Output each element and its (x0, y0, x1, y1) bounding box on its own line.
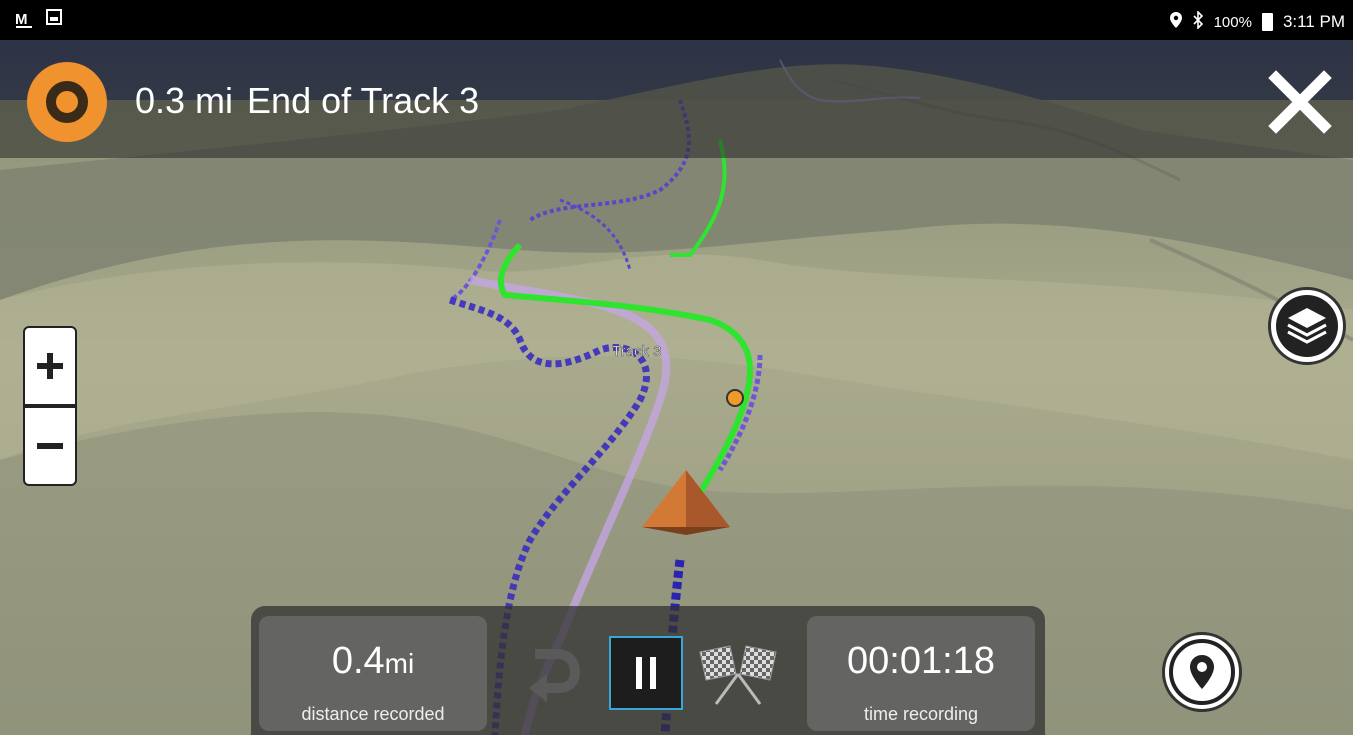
destination-target-icon (27, 62, 107, 142)
pause-icon (632, 657, 660, 689)
battery-text: 100% (1213, 13, 1252, 31)
bluetooth-icon (1192, 10, 1204, 33)
navigation-banner: 0.3 mi End of Track 3 (0, 40, 1353, 158)
notification-m-icon: M (14, 9, 36, 34)
distance-recorded-label: distance recorded (301, 704, 445, 724)
pause-recording-button[interactable] (609, 636, 683, 710)
distance-recorded-stat: 0.4mi distance recorded (259, 616, 487, 731)
image-icon (46, 9, 62, 34)
map-pin-icon (1190, 655, 1214, 689)
track-label: Track 3 (612, 343, 661, 360)
finish-flags-button[interactable] (690, 640, 786, 711)
layers-icon (1287, 308, 1327, 344)
reverse-route-button[interactable] (523, 644, 583, 709)
close-button[interactable] (1268, 70, 1332, 134)
time-recording-value: 00:01:18 (847, 640, 995, 682)
zoom-in-button[interactable] (23, 326, 77, 406)
drop-pin-button[interactable] (1162, 632, 1242, 712)
time-recording-label: time recording (863, 704, 979, 724)
status-bar: M 100% 3:11 PM (0, 0, 1353, 40)
destination-name: End of Track 3 (247, 80, 480, 121)
map-layers-button[interactable] (1268, 287, 1346, 365)
waypoint-marker-icon[interactable] (726, 389, 744, 407)
status-time: 3:11 PM (1282, 12, 1345, 31)
close-icon (1268, 70, 1332, 134)
reverse-arrow-icon (529, 649, 581, 702)
location-pin-icon (1169, 12, 1182, 32)
minus-icon (37, 443, 63, 449)
checkered-flags-icon (699, 645, 777, 705)
plus-icon (37, 353, 63, 379)
status-left-icons: M (14, 9, 62, 34)
svg-text:M: M (15, 11, 28, 28)
zoom-out-button[interactable] (23, 406, 77, 486)
battery-icon (1261, 13, 1273, 31)
distance-to-destination: 0.3 mi (135, 80, 234, 121)
time-recording-stat: 00:01:18 time recording (807, 616, 1035, 731)
status-right-icons: 100% 3:11 PM (1169, 10, 1345, 33)
navigation-instruction: 0.3 mi End of Track 3 (135, 80, 479, 122)
track-recording-panel: 0.4mi distance recorded 00:01:18 time re (251, 606, 1045, 735)
distance-recorded-value: 0.4mi (331, 640, 415, 682)
